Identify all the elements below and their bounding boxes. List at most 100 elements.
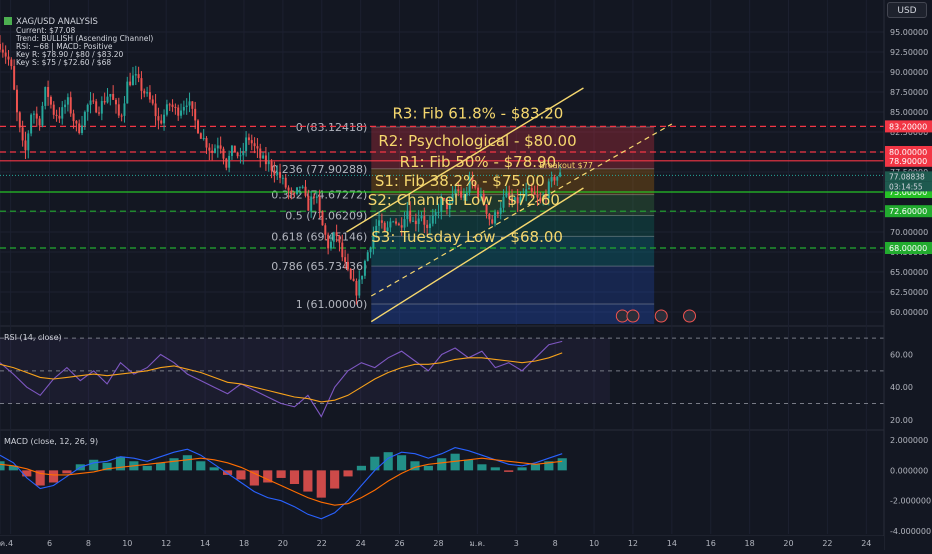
candle-body bbox=[296, 187, 299, 195]
candle-body bbox=[194, 108, 197, 121]
current-price-tag-label: 03:14:55 bbox=[889, 182, 923, 191]
candle-body bbox=[298, 186, 301, 188]
candle-body bbox=[27, 133, 30, 151]
candle-body bbox=[307, 195, 310, 211]
candle-body bbox=[550, 177, 553, 182]
candle-body bbox=[64, 104, 67, 108]
currency-button[interactable]: USD bbox=[887, 2, 927, 18]
macd-histogram-bar bbox=[62, 470, 72, 474]
candle-body bbox=[182, 106, 185, 111]
candle-body bbox=[72, 113, 75, 122]
macd-histogram-bar bbox=[276, 470, 286, 478]
candle-body bbox=[553, 177, 556, 181]
time-tick-label: 20 bbox=[783, 539, 793, 548]
candle-body bbox=[338, 235, 341, 243]
macd-histogram-bar bbox=[397, 455, 407, 471]
fib-level-label: 0 (83.12418) bbox=[296, 121, 368, 134]
time-tick-label: 24 bbox=[356, 539, 366, 548]
time-tick-label: 16 bbox=[706, 539, 716, 548]
candle-body bbox=[247, 137, 250, 141]
price-tick-label: 62.50000 bbox=[890, 288, 928, 297]
candle-body bbox=[103, 101, 106, 103]
level-tag-label: 72.60000 bbox=[889, 207, 927, 216]
candle-body bbox=[47, 87, 50, 97]
candle-body bbox=[409, 210, 412, 222]
price-tick-label: 95.00000 bbox=[890, 28, 928, 37]
time-tick-label: 10 bbox=[589, 539, 599, 548]
chart-stage[interactable]: 0 (83.12418) 0.236 (77.90288) 0.382 (74.67… bbox=[0, 0, 932, 550]
event-marker-icon bbox=[683, 309, 697, 323]
candle-body bbox=[395, 221, 398, 224]
candle-body bbox=[321, 211, 324, 226]
macd-histogram-bar bbox=[182, 455, 192, 471]
macd-histogram-bar bbox=[557, 458, 567, 471]
candle-body bbox=[287, 187, 290, 191]
fib-level-label: 0.786 (65.73436) bbox=[271, 260, 367, 273]
candle-body bbox=[89, 100, 92, 105]
time-tick-label: 14 bbox=[200, 539, 210, 548]
candle-body bbox=[38, 118, 41, 126]
candle-body bbox=[488, 213, 491, 220]
event-marker-icon bbox=[654, 309, 668, 323]
candle-body bbox=[13, 66, 16, 90]
candle-body bbox=[1, 49, 4, 53]
level-annotation: S3: Tuesday Low - $68.00 bbox=[371, 228, 563, 246]
fib-level-label: 0.236 (77.90288) bbox=[271, 163, 367, 176]
candle-body bbox=[109, 93, 112, 97]
candle-body bbox=[134, 74, 137, 76]
candle-body bbox=[236, 152, 239, 157]
candle-body bbox=[392, 221, 395, 223]
time-tick-label: 20 bbox=[278, 539, 288, 548]
macd-histogram-bar bbox=[530, 464, 541, 471]
candle-body bbox=[219, 145, 222, 149]
time-tick-label: ก.ค. bbox=[0, 539, 8, 548]
candle-body bbox=[49, 96, 52, 105]
macd-histogram-bar bbox=[0, 461, 5, 471]
macd-histogram-bar bbox=[330, 470, 340, 489]
price-tick-label: 65.00000 bbox=[890, 268, 928, 277]
candle-body bbox=[7, 56, 10, 60]
candle-body bbox=[114, 99, 117, 105]
candle-body bbox=[15, 89, 18, 113]
candle-body bbox=[191, 101, 194, 109]
candle-body bbox=[310, 196, 313, 211]
candle-body bbox=[293, 192, 296, 195]
macd-histogram-bar bbox=[316, 470, 326, 498]
candle-body bbox=[358, 279, 361, 296]
rsi-tick-label: 60.00 bbox=[890, 351, 913, 360]
candle-body bbox=[69, 97, 72, 114]
time-tick-label: 3 bbox=[514, 539, 519, 548]
candle-body bbox=[239, 155, 242, 157]
candle-body bbox=[86, 104, 89, 112]
candle-body bbox=[253, 143, 256, 147]
candle-body bbox=[366, 252, 369, 261]
level-annotation: S2: Channel Low - $72.60 bbox=[368, 191, 560, 209]
candle-body bbox=[301, 186, 304, 188]
candle-body bbox=[58, 115, 61, 119]
candle-body bbox=[267, 161, 270, 165]
macd-histogram-bar bbox=[89, 459, 99, 471]
candle-body bbox=[202, 138, 205, 140]
candle-body bbox=[264, 155, 267, 165]
time-tick-label: 18 bbox=[745, 539, 755, 548]
candle-body bbox=[355, 280, 358, 296]
candle-body bbox=[146, 92, 149, 94]
candle-body bbox=[137, 74, 140, 79]
macd-histogram-bar bbox=[463, 459, 474, 471]
candle-body bbox=[205, 138, 208, 148]
macd-histogram-bar bbox=[169, 458, 179, 471]
time-tick-label: 8 bbox=[86, 539, 91, 548]
candle-body bbox=[420, 216, 423, 219]
candle-body bbox=[281, 177, 284, 179]
candle-body bbox=[414, 220, 417, 225]
chart-canvas[interactable]: 0 (83.12418)0.236 (77.90288)0.382 (74.67… bbox=[0, 0, 932, 550]
candle-body bbox=[199, 133, 202, 139]
candle-body bbox=[92, 100, 95, 102]
current-price-tag-label: 77.08838 bbox=[889, 172, 925, 181]
level-annotation: R1: Fib 50% - $78.90 bbox=[400, 153, 557, 171]
time-tick-label: 12 bbox=[161, 539, 171, 548]
candle-body bbox=[423, 216, 426, 225]
level-annotation: R3: Fib 61.8% - $83.20 bbox=[392, 104, 563, 122]
candle-body bbox=[324, 225, 327, 235]
macd-histogram-bar bbox=[209, 467, 219, 471]
